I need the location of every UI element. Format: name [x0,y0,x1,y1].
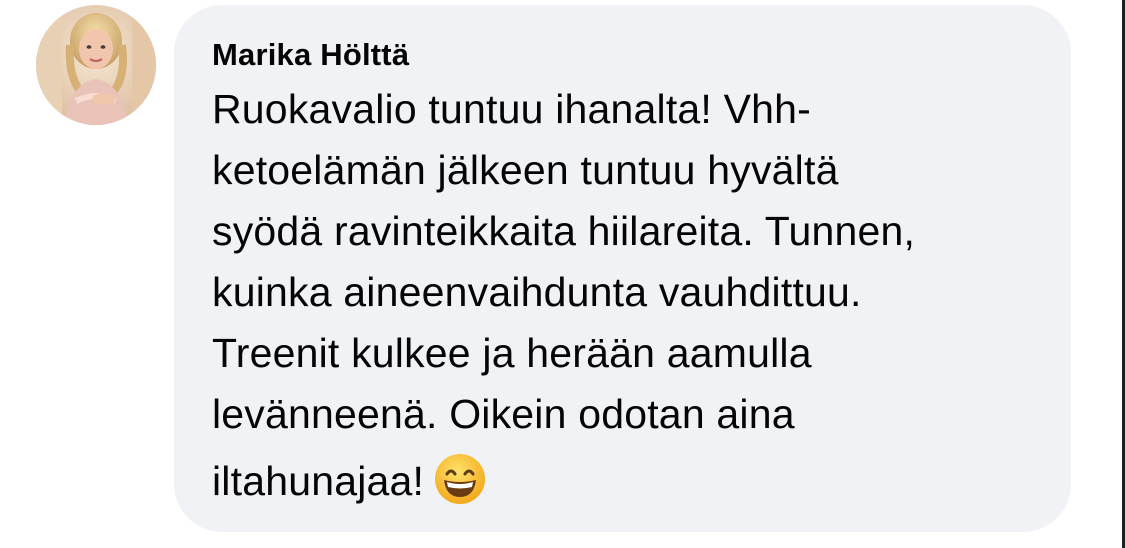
profile-photo-icon [36,5,156,125]
comment-author-name[interactable]: Marika Hölttä [212,35,1035,75]
comment-text-last-line: iltahunajaa! [212,453,1035,507]
comment-text-line: syödä ravinteikkaita hiilareita. Tunnen, [212,208,916,254]
comment-bubble: Marika Hölttä Ruokavalio tuntuu ihanalta… [174,5,1071,532]
comment-text-line: iltahunajaa! [212,458,425,504]
grinning-face-emoji-icon [434,453,486,505]
comment-text: Ruokavalio tuntuu ihanalta! Vhh- ketoelä… [212,79,1035,507]
comment-text-line: levänneenä. Oikein odotan aina [212,391,795,437]
comment-text-line: kuinka aineenvaihdunta vauhdittuu. [212,269,862,315]
comment-text-line: ketoelämän jälkeen tuntuu hyvältä [212,147,839,193]
comment-text-line: Ruokavalio tuntuu ihanalta! Vhh- [212,86,812,132]
avatar[interactable] [36,5,156,125]
comment-text-line: Treenit kulkee ja herään aamulla [212,330,812,376]
